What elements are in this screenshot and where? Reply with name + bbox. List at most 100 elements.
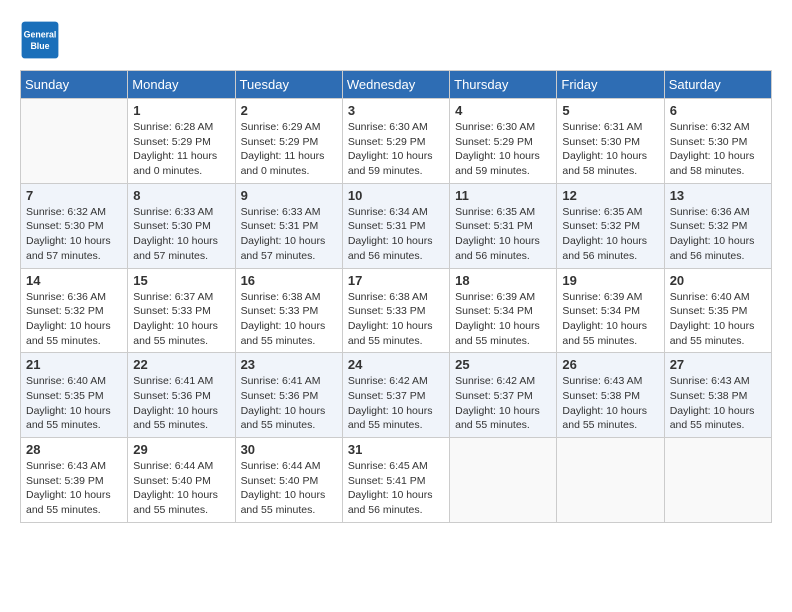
calendar-header-row: SundayMondayTuesdayWednesdayThursdayFrid…	[21, 71, 772, 99]
day-info: Sunrise: 6:45 AMSunset: 5:41 PMDaylight:…	[348, 459, 444, 518]
calendar-cell: 3Sunrise: 6:30 AMSunset: 5:29 PMDaylight…	[342, 99, 449, 184]
day-info: Sunrise: 6:32 AMSunset: 5:30 PMDaylight:…	[26, 205, 122, 264]
day-number: 16	[241, 273, 337, 288]
day-info: Sunrise: 6:39 AMSunset: 5:34 PMDaylight:…	[455, 290, 551, 349]
calendar-header-thursday: Thursday	[450, 71, 557, 99]
day-info: Sunrise: 6:30 AMSunset: 5:29 PMDaylight:…	[455, 120, 551, 179]
svg-text:General: General	[24, 30, 57, 40]
calendar-cell	[557, 438, 664, 523]
calendar-cell: 14Sunrise: 6:36 AMSunset: 5:32 PMDayligh…	[21, 268, 128, 353]
day-number: 21	[26, 357, 122, 372]
calendar-cell: 29 Sunrise: 6:44 AMSunset: 5:40 PMDayligh…	[128, 438, 235, 523]
calendar-cell: 21Sunrise: 6:40 AMSunset: 5:35 PMDayligh…	[21, 353, 128, 438]
day-info: Sunrise: 6:29 AMSunset: 5:29 PMDaylight:…	[241, 120, 337, 179]
calendar-cell: 15 Sunrise: 6:37 AMSunset: 5:33 PMDayligh…	[128, 268, 235, 353]
day-number: 23	[241, 357, 337, 372]
day-number: 10	[348, 188, 444, 203]
day-number: 28	[26, 442, 122, 457]
day-number: 20	[670, 273, 766, 288]
day-number: 6	[670, 103, 766, 118]
day-number: 1	[133, 103, 229, 118]
calendar-header-sunday: Sunday	[21, 71, 128, 99]
calendar-cell: 24 Sunrise: 6:42 AMSunset: 5:37 PMDayligh…	[342, 353, 449, 438]
day-info: Sunrise: 6:37 AMSunset: 5:33 PMDaylight:…	[133, 290, 229, 349]
day-info: Sunrise: 6:44 AMSunset: 5:40 PMDaylight:…	[241, 459, 337, 518]
day-info: Sunrise: 6:33 AMSunset: 5:30 PMDaylight:…	[133, 205, 229, 264]
calendar-cell: 8 Sunrise: 6:33 AMSunset: 5:30 PMDaylight…	[128, 183, 235, 268]
calendar-cell: 20 Sunrise: 6:40 AMSunset: 5:35 PMDayligh…	[664, 268, 771, 353]
calendar-week-row: 28 Sunrise: 6:43 AMSunset: 5:39 PMDayligh…	[21, 438, 772, 523]
calendar-cell	[450, 438, 557, 523]
calendar-cell	[21, 99, 128, 184]
day-number: 4	[455, 103, 551, 118]
day-info: Sunrise: 6:42 AMSunset: 5:37 PMDaylight:…	[455, 374, 551, 433]
day-number: 24	[348, 357, 444, 372]
calendar-week-row: 21Sunrise: 6:40 AMSunset: 5:35 PMDayligh…	[21, 353, 772, 438]
calendar-cell: 2 Sunrise: 6:29 AMSunset: 5:29 PMDaylight…	[235, 99, 342, 184]
calendar-cell: 10Sunrise: 6:34 AMSunset: 5:31 PMDayligh…	[342, 183, 449, 268]
day-info: Sunrise: 6:43 AMSunset: 5:38 PMDaylight:…	[670, 374, 766, 433]
calendar-cell: 26 Sunrise: 6:43 AMSunset: 5:38 PMDayligh…	[557, 353, 664, 438]
calendar-header-tuesday: Tuesday	[235, 71, 342, 99]
calendar-cell: 5 Sunrise: 6:31 AMSunset: 5:30 PMDaylight…	[557, 99, 664, 184]
calendar-cell: 17 Sunrise: 6:38 AMSunset: 5:33 PMDayligh…	[342, 268, 449, 353]
day-info: Sunrise: 6:39 AMSunset: 5:34 PMDaylight:…	[562, 290, 658, 349]
calendar-cell: 9 Sunrise: 6:33 AMSunset: 5:31 PMDaylight…	[235, 183, 342, 268]
day-info: Sunrise: 6:33 AMSunset: 5:31 PMDaylight:…	[241, 205, 337, 264]
calendar-cell: 1 Sunrise: 6:28 AMSunset: 5:29 PMDaylight…	[128, 99, 235, 184]
calendar-cell: 18 Sunrise: 6:39 AMSunset: 5:34 PMDayligh…	[450, 268, 557, 353]
calendar-week-row: 14Sunrise: 6:36 AMSunset: 5:32 PMDayligh…	[21, 268, 772, 353]
day-number: 22	[133, 357, 229, 372]
day-info: Sunrise: 6:30 AMSunset: 5:29 PMDaylight:…	[348, 120, 444, 179]
day-info: Sunrise: 6:38 AMSunset: 5:33 PMDaylight:…	[241, 290, 337, 349]
day-info: Sunrise: 6:32 AMSunset: 5:30 PMDaylight:…	[670, 120, 766, 179]
calendar-cell: 23 Sunrise: 6:41 AMSunset: 5:36 PMDayligh…	[235, 353, 342, 438]
calendar-cell: 31 Sunrise: 6:45 AMSunset: 5:41 PMDayligh…	[342, 438, 449, 523]
day-info: Sunrise: 6:31 AMSunset: 5:30 PMDaylight:…	[562, 120, 658, 179]
day-number: 25	[455, 357, 551, 372]
day-number: 29	[133, 442, 229, 457]
svg-text:Blue: Blue	[30, 41, 49, 51]
calendar-cell: 11Sunrise: 6:35 AMSunset: 5:31 PMDayligh…	[450, 183, 557, 268]
logo-icon: General Blue	[20, 20, 60, 60]
calendar-week-row: 7 Sunrise: 6:32 AMSunset: 5:30 PMDaylight…	[21, 183, 772, 268]
day-number: 26	[562, 357, 658, 372]
calendar-cell	[664, 438, 771, 523]
calendar-header-friday: Friday	[557, 71, 664, 99]
day-info: Sunrise: 6:36 AMSunset: 5:32 PMDaylight:…	[670, 205, 766, 264]
day-number: 18	[455, 273, 551, 288]
calendar-cell: 27Sunrise: 6:43 AMSunset: 5:38 PMDayligh…	[664, 353, 771, 438]
calendar-cell: 30Sunrise: 6:44 AMSunset: 5:40 PMDayligh…	[235, 438, 342, 523]
day-number: 17	[348, 273, 444, 288]
day-info: Sunrise: 6:41 AMSunset: 5:36 PMDaylight:…	[241, 374, 337, 433]
calendar-cell: 12 Sunrise: 6:35 AMSunset: 5:32 PMDayligh…	[557, 183, 664, 268]
calendar-cell: 7 Sunrise: 6:32 AMSunset: 5:30 PMDaylight…	[21, 183, 128, 268]
day-info: Sunrise: 6:38 AMSunset: 5:33 PMDaylight:…	[348, 290, 444, 349]
day-info: Sunrise: 6:43 AMSunset: 5:39 PMDaylight:…	[26, 459, 122, 518]
calendar-cell: 6 Sunrise: 6:32 AMSunset: 5:30 PMDaylight…	[664, 99, 771, 184]
calendar-week-row: 1 Sunrise: 6:28 AMSunset: 5:29 PMDaylight…	[21, 99, 772, 184]
calendar-cell: 28 Sunrise: 6:43 AMSunset: 5:39 PMDayligh…	[21, 438, 128, 523]
day-number: 7	[26, 188, 122, 203]
day-info: Sunrise: 6:35 AMSunset: 5:32 PMDaylight:…	[562, 205, 658, 264]
day-info: Sunrise: 6:40 AMSunset: 5:35 PMDaylight:…	[670, 290, 766, 349]
calendar-cell: 16 Sunrise: 6:38 AMSunset: 5:33 PMDayligh…	[235, 268, 342, 353]
day-number: 8	[133, 188, 229, 203]
day-number: 13	[670, 188, 766, 203]
day-number: 9	[241, 188, 337, 203]
day-number: 12	[562, 188, 658, 203]
day-number: 15	[133, 273, 229, 288]
day-info: Sunrise: 6:44 AMSunset: 5:40 PMDaylight:…	[133, 459, 229, 518]
day-number: 31	[348, 442, 444, 457]
calendar-header-wednesday: Wednesday	[342, 71, 449, 99]
calendar-table: SundayMondayTuesdayWednesdayThursdayFrid…	[20, 70, 772, 523]
calendar-cell: 13 Sunrise: 6:36 AMSunset: 5:32 PMDayligh…	[664, 183, 771, 268]
day-number: 5	[562, 103, 658, 118]
logo: General Blue	[20, 20, 64, 60]
day-info: Sunrise: 6:35 AMSunset: 5:31 PMDaylight:…	[455, 205, 551, 264]
day-info: Sunrise: 6:43 AMSunset: 5:38 PMDaylight:…	[562, 374, 658, 433]
calendar-cell: 4 Sunrise: 6:30 AMSunset: 5:29 PMDaylight…	[450, 99, 557, 184]
day-info: Sunrise: 6:42 AMSunset: 5:37 PMDaylight:…	[348, 374, 444, 433]
day-number: 2	[241, 103, 337, 118]
day-info: Sunrise: 6:28 AMSunset: 5:29 PMDaylight:…	[133, 120, 229, 179]
